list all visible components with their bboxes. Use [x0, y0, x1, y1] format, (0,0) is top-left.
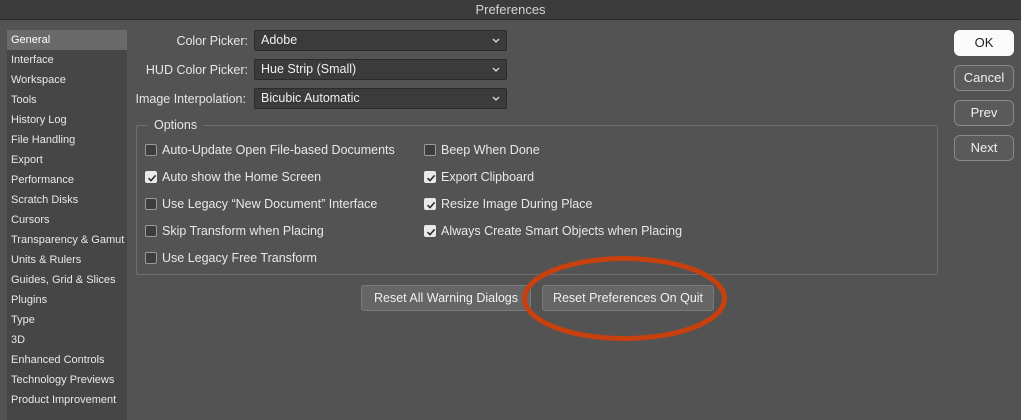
sidebar-item-plugins[interactable]: Plugins: [7, 290, 127, 310]
checkbox[interactable]: [145, 144, 157, 156]
option-label: Export Clipboard: [441, 170, 535, 184]
checkbox-checked[interactable]: [424, 198, 436, 210]
color-picker-value: Adobe: [261, 33, 298, 47]
sidebar-item-general[interactable]: General: [7, 30, 127, 50]
option-label: Auto-Update Open File-based Documents: [162, 143, 395, 157]
image-interpolation-label: Image Interpolation:: [135, 92, 247, 106]
preferences-sidebar: General Interface Workspace Tools Histor…: [7, 30, 127, 420]
option-label: Use Legacy Free Transform: [162, 251, 317, 265]
reset-all-warning-dialogs-button[interactable]: Reset All Warning Dialogs: [361, 285, 531, 311]
checkbox[interactable]: [145, 252, 157, 264]
sidebar-item-units-rulers[interactable]: Units & Rulers: [7, 250, 127, 270]
option-label: Auto show the Home Screen: [162, 170, 322, 184]
checkmark-icon: [426, 201, 436, 209]
sidebar-item-scratch-disks[interactable]: Scratch Disks: [7, 190, 127, 210]
chevron-down-icon: [492, 96, 500, 101]
sidebar-item-performance[interactable]: Performance: [7, 170, 127, 190]
sidebar-item-tools[interactable]: Tools: [7, 90, 127, 110]
checkbox-checked[interactable]: [145, 171, 157, 183]
hud-color-picker-select[interactable]: Hue Strip (Small): [254, 59, 507, 80]
sidebar-item-export[interactable]: Export: [7, 150, 127, 170]
sidebar-item-product-improvement[interactable]: Product Improvement: [7, 390, 127, 410]
checkmark-icon: [426, 174, 436, 182]
chevron-down-icon: [492, 38, 500, 43]
ok-button[interactable]: OK: [954, 30, 1014, 56]
image-interpolation-value: Bicubic Automatic: [261, 91, 360, 105]
checkbox-checked[interactable]: [424, 171, 436, 183]
checkbox[interactable]: [424, 144, 436, 156]
option-label: Beep When Done: [441, 143, 540, 157]
checkbox[interactable]: [145, 225, 157, 237]
option-label: Use Legacy “New Document” Interface: [162, 197, 378, 211]
reset-preferences-on-quit-button[interactable]: Reset Preferences On Quit: [542, 285, 714, 311]
next-button[interactable]: Next: [954, 135, 1014, 161]
window-title: Preferences: [475, 2, 546, 17]
checkbox[interactable]: [145, 198, 157, 210]
cancel-button[interactable]: Cancel: [954, 65, 1014, 91]
prev-button[interactable]: Prev: [954, 100, 1014, 126]
option-label: Skip Transform when Placing: [162, 224, 324, 238]
color-picker-label: Color Picker:: [176, 34, 248, 48]
sidebar-item-transparency-gamut[interactable]: Transparency & Gamut: [7, 230, 127, 250]
sidebar-item-cursors[interactable]: Cursors: [7, 210, 127, 230]
sidebar-item-guides-grid-slices[interactable]: Guides, Grid & Slices: [7, 270, 127, 290]
hud-color-picker-value: Hue Strip (Small): [261, 62, 357, 76]
chevron-down-icon: [492, 67, 500, 72]
option-label: Resize Image During Place: [441, 197, 593, 211]
sidebar-item-type[interactable]: Type: [7, 310, 127, 330]
sidebar-item-history-log[interactable]: History Log: [7, 110, 127, 130]
sidebar-item-technology-previews[interactable]: Technology Previews: [7, 370, 127, 390]
window-title-bar: Preferences: [0, 0, 1021, 20]
checkmark-icon: [426, 228, 436, 236]
options-legend: Options: [148, 116, 204, 134]
option-label: Always Create Smart Objects when Placing: [441, 224, 683, 238]
sidebar-item-workspace[interactable]: Workspace: [7, 70, 127, 90]
color-picker-select[interactable]: Adobe: [254, 30, 507, 51]
sidebar-item-file-handling[interactable]: File Handling: [7, 130, 127, 150]
hud-color-picker-label: HUD Color Picker:: [145, 63, 248, 77]
sidebar-item-interface[interactable]: Interface: [7, 50, 127, 70]
checkmark-icon: [147, 174, 157, 182]
image-interpolation-select[interactable]: Bicubic Automatic: [254, 88, 507, 109]
sidebar-item-3d[interactable]: 3D: [7, 330, 127, 350]
checkbox-checked[interactable]: [424, 225, 436, 237]
sidebar-item-enhanced-controls[interactable]: Enhanced Controls: [7, 350, 127, 370]
